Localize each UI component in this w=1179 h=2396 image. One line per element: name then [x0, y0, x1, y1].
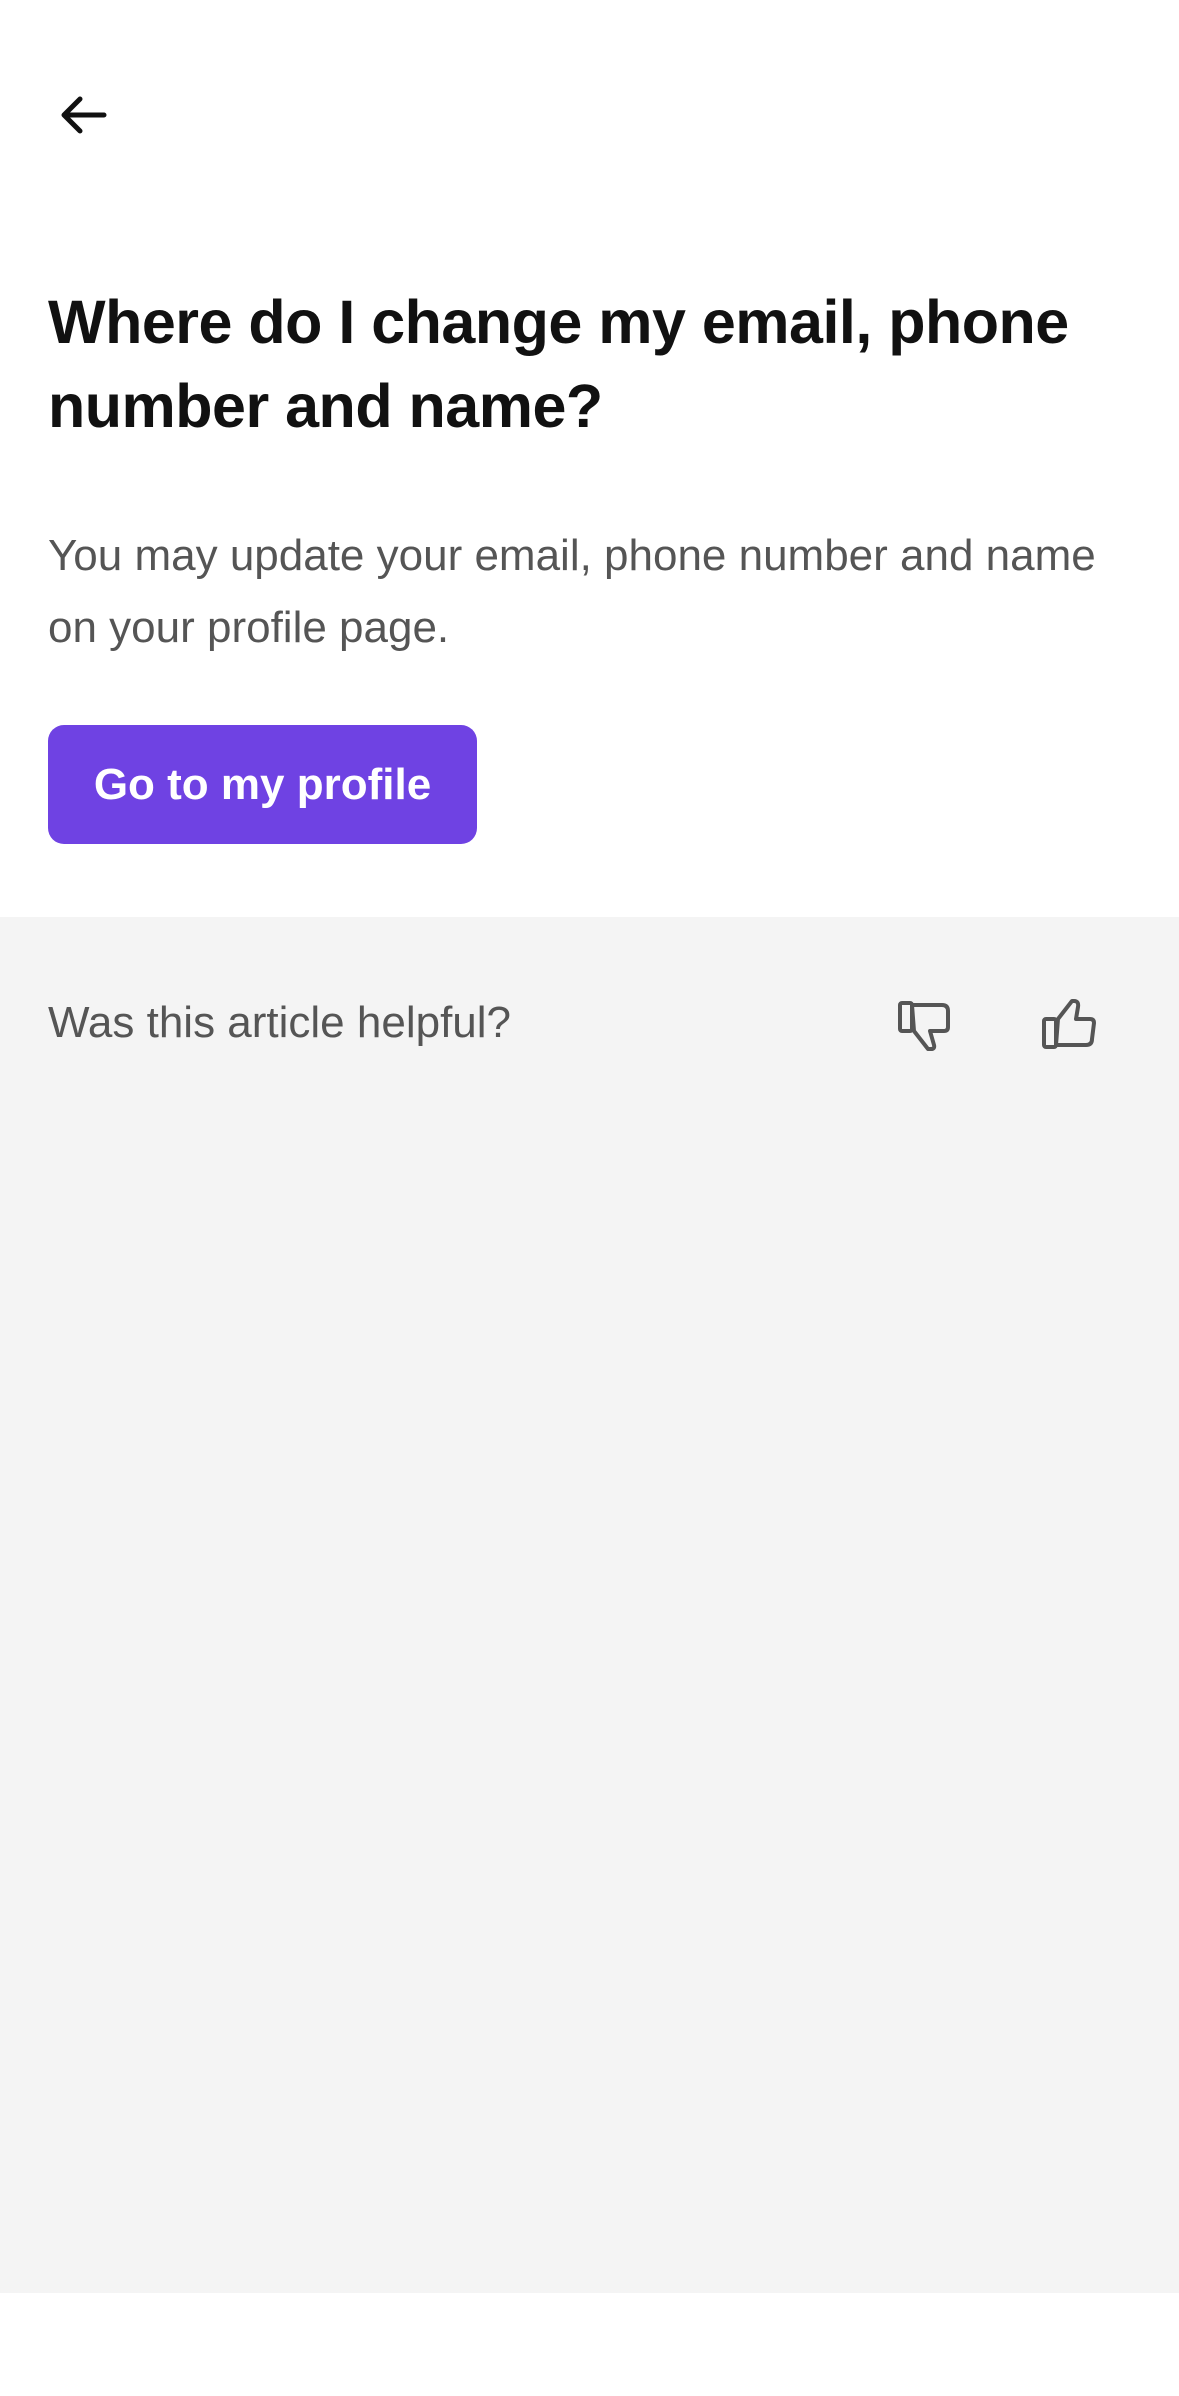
- arrow-left-icon: [61, 96, 107, 134]
- thumbs-up-icon: [1042, 999, 1096, 1049]
- article-content: Where do I change my email, phone number…: [48, 280, 1138, 664]
- article-title: Where do I change my email, phone number…: [48, 288, 1069, 440]
- thumbs-up-button[interactable]: [1032, 987, 1108, 1063]
- feedback-question: Was this article helpful?: [48, 998, 512, 1047]
- go-to-profile-button[interactable]: Go to my profile: [48, 725, 477, 844]
- thumbs-down-icon: [898, 1001, 950, 1051]
- back-button[interactable]: [48, 80, 118, 150]
- feedback-section: Was this article helpful?: [0, 917, 1179, 2293]
- help-article-page: Where do I change my email, phone number…: [0, 0, 1179, 2396]
- article-body: You may update your email, phone number …: [48, 531, 1096, 652]
- thumbs-down-button[interactable]: [888, 987, 964, 1063]
